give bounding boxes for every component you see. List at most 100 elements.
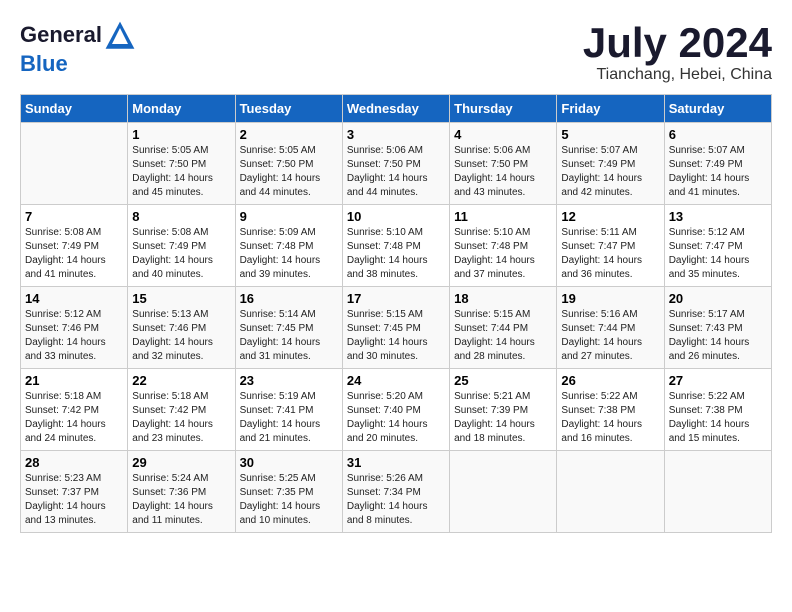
day-number: 13: [669, 209, 767, 224]
day-content: Sunrise: 5:15 AMSunset: 7:45 PMDaylight:…: [347, 308, 445, 364]
weekday-header: Monday: [128, 95, 235, 123]
day-number: 10: [347, 209, 445, 224]
day-content: Sunrise: 5:19 AMSunset: 7:41 PMDaylight:…: [240, 390, 338, 446]
day-content: Sunrise: 5:15 AMSunset: 7:44 PMDaylight:…: [454, 308, 552, 364]
day-number: 27: [669, 373, 767, 388]
day-content: Sunrise: 5:12 AMSunset: 7:46 PMDaylight:…: [25, 308, 123, 364]
calendar-cell: 8 Sunrise: 5:08 AMSunset: 7:49 PMDaylight…: [128, 205, 235, 287]
day-content: Sunrise: 5:10 AMSunset: 7:48 PMDaylight:…: [347, 226, 445, 282]
calendar-week-row: 1Sunrise: 5:05 AMSunset: 7:50 PMDaylight…: [21, 123, 772, 205]
calendar-week-row: 28Sunrise: 5:23 AMSunset: 7:37 PMDayligh…: [21, 451, 772, 533]
calendar-cell: 23 Sunrise: 5:19 AMSunset: 7:41 PMDayligh…: [235, 369, 342, 451]
day-content: Sunrise: 5:05 AMSunset: 7:50 PMDaylight:…: [132, 144, 230, 200]
calendar-cell: 6 Sunrise: 5:07 AMSunset: 7:49 PMDaylight…: [664, 123, 771, 205]
calendar-week-row: 7 Sunrise: 5:08 AMSunset: 7:49 PMDaylight…: [21, 205, 772, 287]
day-content: Sunrise: 5:13 AMSunset: 7:46 PMDaylight:…: [132, 308, 230, 364]
day-number: 12: [561, 209, 659, 224]
day-number: 15: [132, 291, 230, 306]
day-content: Sunrise: 5:07 AMSunset: 7:49 PMDaylight:…: [561, 144, 659, 200]
day-number: 4: [454, 127, 552, 142]
day-content: Sunrise: 5:05 AMSunset: 7:50 PMDaylight:…: [240, 144, 338, 200]
day-content: Sunrise: 5:08 AMSunset: 7:49 PMDaylight:…: [25, 226, 123, 282]
calendar-cell: 26Sunrise: 5:22 AMSunset: 7:38 PMDayligh…: [557, 369, 664, 451]
day-number: 22: [132, 373, 230, 388]
day-number: 9: [240, 209, 338, 224]
weekday-header: Thursday: [450, 95, 557, 123]
title-block: July 2024 Tianchang, Hebei, China: [583, 20, 772, 84]
page-header: General Blue July 2024 Tianchang, Hebei,…: [20, 20, 772, 84]
logo-blue: Blue: [20, 51, 68, 76]
calendar-cell: 4 Sunrise: 5:06 AMSunset: 7:50 PMDaylight…: [450, 123, 557, 205]
logo-general: General: [20, 22, 102, 47]
day-content: Sunrise: 5:26 AMSunset: 7:34 PMDaylight:…: [347, 472, 445, 528]
day-number: 8: [132, 209, 230, 224]
day-number: 16: [240, 291, 338, 306]
calendar-cell: 29 Sunrise: 5:24 AMSunset: 7:36 PMDayligh…: [128, 451, 235, 533]
day-number: 24: [347, 373, 445, 388]
day-content: Sunrise: 5:07 AMSunset: 7:49 PMDaylight:…: [669, 144, 767, 200]
calendar-cell: 1Sunrise: 5:05 AMSunset: 7:50 PMDaylight…: [128, 123, 235, 205]
weekday-header: Wednesday: [342, 95, 449, 123]
day-number: 21: [25, 373, 123, 388]
day-content: Sunrise: 5:14 AMSunset: 7:45 PMDaylight:…: [240, 308, 338, 364]
day-content: Sunrise: 5:10 AMSunset: 7:48 PMDaylight:…: [454, 226, 552, 282]
day-content: Sunrise: 5:25 AMSunset: 7:35 PMDaylight:…: [240, 472, 338, 528]
day-content: Sunrise: 5:12 AMSunset: 7:47 PMDaylight:…: [669, 226, 767, 282]
location-subtitle: Tianchang, Hebei, China: [583, 66, 772, 84]
calendar-cell: [664, 451, 771, 533]
calendar-cell: 20 Sunrise: 5:17 AMSunset: 7:43 PMDayligh…: [664, 287, 771, 369]
day-content: Sunrise: 5:20 AMSunset: 7:40 PMDaylight:…: [347, 390, 445, 446]
day-number: 11: [454, 209, 552, 224]
day-content: Sunrise: 5:18 AMSunset: 7:42 PMDaylight:…: [25, 390, 123, 446]
calendar-cell: 16 Sunrise: 5:14 AMSunset: 7:45 PMDayligh…: [235, 287, 342, 369]
calendar-cell: 30 Sunrise: 5:25 AMSunset: 7:35 PMDayligh…: [235, 451, 342, 533]
day-content: Sunrise: 5:18 AMSunset: 7:42 PMDaylight:…: [132, 390, 230, 446]
calendar-cell: 25 Sunrise: 5:21 AMSunset: 7:39 PMDayligh…: [450, 369, 557, 451]
calendar-cell: 22 Sunrise: 5:18 AMSunset: 7:42 PMDayligh…: [128, 369, 235, 451]
day-number: 29: [132, 455, 230, 470]
day-number: 2: [240, 127, 338, 142]
day-number: 17: [347, 291, 445, 306]
calendar-cell: 21 Sunrise: 5:18 AMSunset: 7:42 PMDayligh…: [21, 369, 128, 451]
calendar-cell: 15 Sunrise: 5:13 AMSunset: 7:46 PMDayligh…: [128, 287, 235, 369]
day-number: 7: [25, 209, 123, 224]
calendar-cell: 31 Sunrise: 5:26 AMSunset: 7:34 PMDayligh…: [342, 451, 449, 533]
calendar-week-row: 14 Sunrise: 5:12 AMSunset: 7:46 PMDayligh…: [21, 287, 772, 369]
day-content: Sunrise: 5:21 AMSunset: 7:39 PMDaylight:…: [454, 390, 552, 446]
calendar-cell: 5 Sunrise: 5:07 AMSunset: 7:49 PMDaylight…: [557, 123, 664, 205]
day-content: Sunrise: 5:06 AMSunset: 7:50 PMDaylight:…: [454, 144, 552, 200]
day-number: 28: [25, 455, 123, 470]
day-number: 25: [454, 373, 552, 388]
calendar-cell: [450, 451, 557, 533]
day-number: 26: [561, 373, 659, 388]
day-number: 5: [561, 127, 659, 142]
day-number: 31: [347, 455, 445, 470]
day-content: Sunrise: 5:06 AMSunset: 7:50 PMDaylight:…: [347, 144, 445, 200]
calendar-cell: 28Sunrise: 5:23 AMSunset: 7:37 PMDayligh…: [21, 451, 128, 533]
calendar-cell: 3 Sunrise: 5:06 AMSunset: 7:50 PMDaylight…: [342, 123, 449, 205]
logo: General Blue: [20, 20, 136, 76]
weekday-header-row: SundayMondayTuesdayWednesdayThursdayFrid…: [21, 95, 772, 123]
month-title: July 2024: [583, 20, 772, 66]
day-content: Sunrise: 5:17 AMSunset: 7:43 PMDaylight:…: [669, 308, 767, 364]
day-number: 30: [240, 455, 338, 470]
day-content: Sunrise: 5:16 AMSunset: 7:44 PMDaylight:…: [561, 308, 659, 364]
calendar-cell: 17 Sunrise: 5:15 AMSunset: 7:45 PMDayligh…: [342, 287, 449, 369]
weekday-header: Sunday: [21, 95, 128, 123]
calendar-cell: 14 Sunrise: 5:12 AMSunset: 7:46 PMDayligh…: [21, 287, 128, 369]
day-number: 3: [347, 127, 445, 142]
calendar-cell: 18Sunrise: 5:15 AMSunset: 7:44 PMDayligh…: [450, 287, 557, 369]
calendar-week-row: 21 Sunrise: 5:18 AMSunset: 7:42 PMDayligh…: [21, 369, 772, 451]
calendar-cell: [21, 123, 128, 205]
weekday-header: Friday: [557, 95, 664, 123]
day-number: 14: [25, 291, 123, 306]
day-number: 6: [669, 127, 767, 142]
day-number: 20: [669, 291, 767, 306]
weekday-header: Saturday: [664, 95, 771, 123]
day-content: Sunrise: 5:08 AMSunset: 7:49 PMDaylight:…: [132, 226, 230, 282]
calendar-cell: 9Sunrise: 5:09 AMSunset: 7:48 PMDaylight…: [235, 205, 342, 287]
day-number: 23: [240, 373, 338, 388]
calendar-cell: 7 Sunrise: 5:08 AMSunset: 7:49 PMDaylight…: [21, 205, 128, 287]
day-content: Sunrise: 5:24 AMSunset: 7:36 PMDaylight:…: [132, 472, 230, 528]
weekday-header: Tuesday: [235, 95, 342, 123]
